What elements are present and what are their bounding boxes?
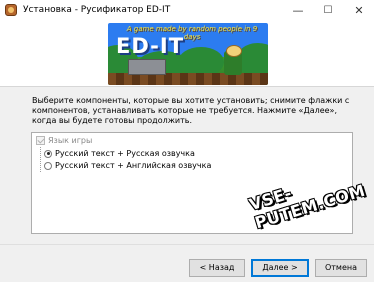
component-option-row[interactable]: Русский текст + Английская озвучка <box>44 160 211 172</box>
minimize-button[interactable]: — <box>283 0 313 22</box>
game-banner-image: A game made by random people in 9 days E… <box>108 23 268 85</box>
component-option-label: Русский текст + Английская озвучка <box>55 161 212 170</box>
component-group-label: Язык игры <box>48 136 93 145</box>
game-logo: ED-IT <box>116 34 185 58</box>
wizard-footer: < Назад Далее > Отмена <box>0 244 374 282</box>
window-title: Установка - Русификатор ED-IT <box>23 5 171 15</box>
title-bar: Установка - Русификатор ED-IT — ☐ ✕ <box>0 0 374 22</box>
component-group-row[interactable]: Язык игры <box>36 135 92 147</box>
maximize-button[interactable]: ☐ <box>313 0 343 22</box>
next-button[interactable]: Далее > <box>251 259 309 277</box>
back-button[interactable]: < Назад <box>189 259 245 277</box>
group-checkbox[interactable] <box>36 136 45 145</box>
components-page: Выберите компоненты, которые вы хотите у… <box>0 87 374 244</box>
cancel-button[interactable]: Отмена <box>315 259 367 277</box>
footer-divider <box>0 244 374 245</box>
instruction-text: Выберите компоненты, которые вы хотите у… <box>32 96 350 125</box>
installer-app-icon <box>5 4 17 16</box>
option-radio[interactable] <box>44 161 52 170</box>
tree-connector <box>40 147 41 172</box>
game-character-image <box>224 45 242 75</box>
component-option-row[interactable]: Русский текст + Русская озвучка <box>44 148 195 160</box>
option-radio-selected[interactable] <box>44 149 52 158</box>
component-option-label: Русский текст + Русская озвучка <box>55 149 195 158</box>
close-button[interactable]: ✕ <box>344 0 374 22</box>
